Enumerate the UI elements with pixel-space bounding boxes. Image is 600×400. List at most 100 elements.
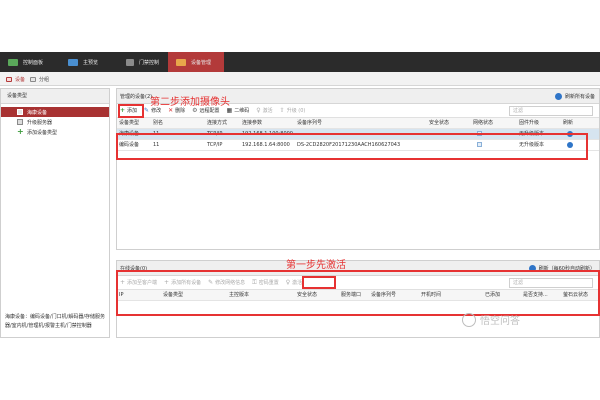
online-table-header: IP 设备类型 主控版本 安全状态 服务端口 设备序列号 开机时间 已添加 是否… bbox=[117, 290, 599, 301]
col-ezviz-status[interactable]: 萤石云状态 bbox=[563, 290, 588, 301]
add-all-button[interactable]: + 添加所有设备 bbox=[164, 279, 201, 286]
tab-label: 主预览 bbox=[83, 59, 99, 66]
modify-network-button[interactable]: ✎ 修改网络信息 bbox=[208, 279, 245, 286]
row-alias: 11 bbox=[153, 131, 160, 137]
col-main-version[interactable]: 主控版本 bbox=[229, 290, 249, 301]
device-type-upgrade-server[interactable]: 升级服务器 bbox=[1, 117, 109, 127]
managed-filter-input[interactable]: 过滤 bbox=[509, 106, 593, 116]
device-type-hikvision[interactable]: 海康设备 bbox=[1, 107, 109, 117]
row-connection-param: 192.168.1.64:8000 bbox=[242, 142, 290, 148]
reset-password-button[interactable]: ⚿ 密码重置 bbox=[252, 279, 279, 286]
activate-button[interactable]: ♀ 激活 bbox=[256, 107, 272, 114]
online-devices-panel: 在线设备(0) 刷新（每60秒自动刷新） + 添加至客户端 + 添加所有设备 ✎ 修改… bbox=[116, 260, 600, 338]
row-connection-param: 192.168.1.100:8000 bbox=[242, 131, 293, 137]
col-alias[interactable]: 别名 bbox=[153, 118, 163, 129]
online-devices-toolbar: + 添加至客户端 + 添加所有设备 ✎ 修改网络信息 ⚿ 密码重置 ♀ 激活 过滤 bbox=[117, 276, 599, 290]
plus-icon: + bbox=[17, 127, 24, 136]
table-row[interactable]: 海康设备 11 TCP/IP 192.168.1.100:8000 无升级版本 bbox=[117, 129, 599, 140]
col-added[interactable]: 已添加 bbox=[485, 290, 500, 301]
table-row[interactable]: 编码设备 11 TCP/IP 192.168.1.64:8000 DS-2CD2… bbox=[117, 140, 599, 151]
sub-tabs: 设备 分组 bbox=[0, 72, 600, 86]
add-device-type[interactable]: + 添加设备类型 bbox=[1, 127, 109, 137]
delete-label: 删除 bbox=[175, 108, 186, 114]
upgrade-icon: ⇧ bbox=[279, 106, 285, 114]
device-type-label: 升级服务器 bbox=[27, 119, 53, 126]
col-serial[interactable]: 设备序列号 bbox=[371, 290, 396, 301]
tab-main-preview[interactable]: 主预览 bbox=[60, 52, 120, 72]
row-firmware: 无升级版本 bbox=[519, 131, 545, 137]
col-firmware[interactable]: 固件升级 bbox=[519, 118, 539, 129]
plus-icon: + bbox=[164, 278, 170, 286]
control-panel-icon bbox=[8, 58, 18, 66]
col-device-type[interactable]: 设备类型 bbox=[163, 290, 183, 301]
col-security[interactable]: 安全状态 bbox=[297, 290, 317, 301]
network-status-icon[interactable] bbox=[477, 129, 482, 140]
gear-icon: ⚙ bbox=[192, 106, 198, 114]
upgrade-button[interactable]: ⇧ 升级 (0) bbox=[280, 107, 306, 114]
delete-button[interactable]: ✕ 删除 bbox=[168, 107, 185, 114]
modify-net-label: 修改网络信息 bbox=[215, 280, 246, 286]
add-device-button[interactable]: + 添加 bbox=[120, 107, 137, 114]
col-ip[interactable]: IP bbox=[119, 290, 124, 301]
row-connection: TCP/IP bbox=[207, 142, 223, 148]
col-security[interactable]: 安全状态 bbox=[429, 118, 449, 129]
watermark-text: 悟空问答 bbox=[480, 316, 520, 327]
watermark-logo-icon bbox=[462, 312, 476, 327]
online-filter-input[interactable]: 过滤 bbox=[509, 278, 593, 288]
refresh-icon bbox=[554, 92, 562, 100]
col-serial[interactable]: 设备序列号 bbox=[297, 118, 322, 129]
device-type-label: 添加设备类型 bbox=[27, 129, 58, 136]
device-type-description: 海康设备：编码设备/门口机/解码器/存储服务器/室内机/管理机/报警主机/门禁控… bbox=[5, 314, 106, 329]
online-activate-button[interactable]: ♀ 激活 bbox=[286, 279, 302, 286]
managed-devices-panel: 管理的设备(2) 刷新所有设备 + 添加 ✎ 修改 ✕ 删除 ⚙ 远程配置 ▦ 二维码 ♀… bbox=[116, 88, 600, 250]
col-refresh[interactable]: 刷新 bbox=[563, 118, 573, 129]
row-firmware: 无升级版本 bbox=[519, 142, 545, 148]
refresh-all-label: 刷新所有设备 bbox=[564, 93, 595, 100]
modify-button[interactable]: ✎ 修改 bbox=[144, 107, 161, 114]
col-device-type[interactable]: 设备类型 bbox=[119, 118, 139, 129]
activate-icon: ♀ bbox=[285, 278, 291, 286]
col-boot-time[interactable]: 开机时间 bbox=[421, 290, 441, 301]
device-type-header: 设备类型 bbox=[1, 89, 109, 104]
plus-icon: + bbox=[120, 278, 126, 286]
col-connection[interactable]: 连接方式 bbox=[207, 118, 227, 129]
col-service-port[interactable]: 服务端口 bbox=[341, 290, 361, 301]
refresh-online-label: 刷新（每60秒自动刷新） bbox=[538, 265, 595, 272]
add-label: 添加 bbox=[127, 108, 138, 114]
plus-icon: + bbox=[120, 106, 126, 114]
col-network[interactable]: 网络状态 bbox=[473, 118, 493, 129]
managed-table-header: 设备类型 别名 连接方式 连接参数 设备序列号 安全状态 网络状态 固件升级 刷… bbox=[117, 118, 599, 129]
subtab-group[interactable]: 分组 bbox=[30, 72, 49, 86]
add-to-client-button[interactable]: + 添加至客户端 bbox=[120, 279, 157, 286]
qr-code-label: 二维码 bbox=[234, 108, 250, 114]
device-type-label: 海康设备 bbox=[27, 109, 48, 116]
activate-icon: ♀ bbox=[256, 106, 261, 114]
subtab-device[interactable]: 设备 bbox=[6, 72, 25, 86]
row-serial: DS-2CD2820F20171230AACH160627043 bbox=[297, 142, 401, 148]
qr-code-button[interactable]: ▦ 二维码 bbox=[227, 107, 250, 114]
tab-device-management[interactable]: 设备管理 bbox=[168, 52, 224, 72]
refresh-icon bbox=[528, 264, 536, 272]
refresh-all-button[interactable]: 刷新所有设备 bbox=[554, 92, 599, 100]
device-type-panel: 设备类型 海康设备 升级服务器 + 添加设备类型 海康设备：编码设备/门口机/解… bbox=[0, 88, 110, 338]
refresh-row-icon[interactable] bbox=[567, 129, 573, 140]
col-connection-param[interactable]: 连接参数 bbox=[242, 118, 262, 129]
network-status-icon[interactable] bbox=[477, 140, 482, 151]
subtab-label: 分组 bbox=[39, 76, 50, 83]
modify-label: 修改 bbox=[151, 108, 162, 114]
col-support[interactable]: 是否支持... bbox=[523, 290, 548, 301]
refresh-online-button[interactable]: 刷新（每60秒自动刷新） bbox=[528, 264, 599, 272]
refresh-row-icon[interactable] bbox=[567, 140, 573, 151]
tab-control-panel[interactable]: 控制面板 bbox=[0, 52, 60, 72]
watermark: 悟空问答 bbox=[462, 312, 520, 327]
remote-config-button[interactable]: ⚙ 远程配置 bbox=[192, 107, 219, 114]
qr-code-icon: ▦ bbox=[226, 106, 233, 114]
row-device-type: 海康设备 bbox=[119, 131, 140, 137]
top-nav-bar: 控制面板 主预览 门禁控制 设备管理 bbox=[0, 52, 600, 72]
preview-icon bbox=[68, 58, 78, 66]
tab-access-control[interactable]: 门禁控制 bbox=[120, 52, 168, 72]
subtab-label: 设备 bbox=[15, 76, 26, 83]
activate-label: 激活 bbox=[262, 108, 273, 114]
device-icon bbox=[6, 76, 12, 82]
annotation-step1: 第一步先激活 bbox=[286, 260, 346, 271]
